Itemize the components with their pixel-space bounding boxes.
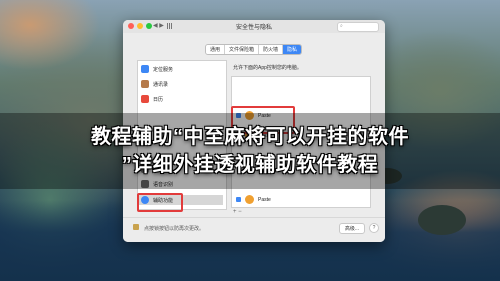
wallpaper-rock	[418, 205, 466, 235]
pane-description: 允许下面的App控制您的电脑。	[233, 65, 302, 71]
banner-line-1: 教程辅助“中至麻将可以开挂的软件	[91, 126, 409, 148]
calendar-icon	[141, 95, 149, 103]
tab-firewall[interactable]: 防火墙	[259, 45, 284, 54]
banner-line-2: ”详细外挂透视辅助软件教程	[121, 154, 379, 176]
sidebar-item-location[interactable]: 定位服务	[141, 65, 173, 73]
lock-icon[interactable]	[133, 224, 139, 230]
lock-hint-text: 点按锁按钮以防再次更改。	[144, 226, 205, 232]
highlight-box	[137, 193, 183, 212]
add-remove-buttons[interactable]: + −	[233, 209, 242, 215]
advanced-button[interactable]: 高级...	[338, 223, 365, 234]
search-input[interactable]: ⌕	[337, 22, 379, 32]
sidebar-item-calendar[interactable]: 日历	[141, 95, 163, 103]
tab-privacy[interactable]: 隐私	[283, 45, 302, 54]
sidebar-item-contacts[interactable]: 通讯录	[141, 80, 168, 88]
app-name: Paste	[258, 196, 271, 203]
tab-general[interactable]: 通用	[206, 45, 226, 54]
tab-filevault[interactable]: 文件保险箱	[225, 45, 260, 54]
help-button[interactable]: ?	[369, 223, 379, 233]
sidebar-item-label: 通讯录	[153, 81, 169, 88]
window-titlebar: ◀ ▶ 安全性与隐私 ⌕	[123, 20, 385, 33]
sidebar-item-label: 定位服务	[153, 66, 174, 73]
window-footer: 点按锁按钮以防再次更改。 高级... ?	[123, 217, 385, 242]
overlay-banner: 教程辅助“中至麻将可以开挂的软件 ”详细外挂透视辅助软件教程	[0, 113, 500, 189]
paste-app-icon	[245, 195, 254, 204]
app-checkbox[interactable]	[236, 197, 241, 202]
location-icon	[141, 65, 149, 73]
contacts-icon	[141, 80, 149, 88]
app-row-paste[interactable]: Paste	[236, 195, 271, 204]
preference-tabs: 通用 文件保险箱 防火墙 隐私	[205, 44, 303, 55]
sidebar-item-label: 日历	[153, 96, 164, 103]
search-icon: ⌕	[340, 23, 343, 29]
